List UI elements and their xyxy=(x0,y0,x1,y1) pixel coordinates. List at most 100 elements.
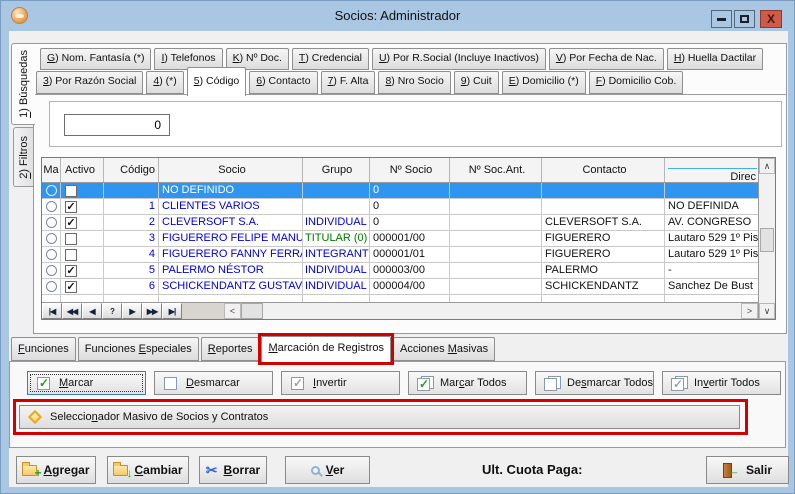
row-select-radio[interactable] xyxy=(42,231,61,246)
col-header-contacto[interactable]: Contacto xyxy=(542,158,665,182)
grid-vertical-scrollbar[interactable]: ∧ ∨ xyxy=(758,158,775,319)
borrar-button[interactable]: ✂ Borrar xyxy=(199,456,267,484)
col-header-grupo[interactable]: Grupo xyxy=(303,158,370,182)
cambiar-button[interactable]: ↓ Cambiar xyxy=(107,456,189,484)
row-select-radio[interactable] xyxy=(42,215,61,230)
codigo-search-input[interactable] xyxy=(64,114,170,136)
col-header-marcar[interactable]: Ma xyxy=(42,158,61,182)
col-header-activo[interactable]: Activo xyxy=(61,158,104,182)
title-bar[interactable]: Socios: Administrador X xyxy=(1,1,794,31)
cell-grupo xyxy=(303,183,370,198)
nav-next-button[interactable]: ▶ xyxy=(122,303,142,319)
maximize-button[interactable] xyxy=(734,10,755,28)
activo-checkbox[interactable]: ✓ xyxy=(61,199,104,214)
cell-direccion: Lautaro 529 1º Pis xyxy=(665,247,758,262)
col-header-nro-socio[interactable]: Nº Socio xyxy=(370,158,450,182)
col-header-codigo[interactable]: Código xyxy=(104,158,159,182)
row-select-radio[interactable] xyxy=(42,263,61,278)
row-select-radio[interactable] xyxy=(42,199,61,214)
col-header-socio[interactable]: Socio xyxy=(159,158,303,182)
tab-domicilio-cob[interactable]: F) Domicilio Cob. xyxy=(589,71,684,94)
table-row[interactable]: ✓ 2 CLEVERSOFT S.A. INDIVIDUAL 0 CLEVERS… xyxy=(42,215,758,231)
seleccionador-masivo-button[interactable]: Seleccionador Masivo de Socios y Contrat… xyxy=(19,405,740,429)
tab-domicilio[interactable]: E) Domicilio (*) xyxy=(502,71,586,94)
cell-socio: FIGUERERO FANNY FERRA xyxy=(159,247,303,262)
tab-4-asterisco[interactable]: 4) (*) xyxy=(146,71,183,94)
nav-first-button[interactable]: |◀ xyxy=(42,303,62,319)
vertical-scroll-track[interactable] xyxy=(759,174,775,303)
nav-next-page-button[interactable]: ▶▶ xyxy=(142,303,162,319)
activo-checkbox[interactable]: ✓ xyxy=(61,215,104,230)
table-row[interactable]: ✓ 5 PALERMO NÉSTOR INDIVIDUAL 000003/00 … xyxy=(42,263,758,279)
row-select-radio[interactable] xyxy=(42,247,61,262)
cell-codigo xyxy=(104,183,159,198)
activo-checkbox[interactable]: ✓ xyxy=(61,263,104,278)
marcar-todos-button[interactable]: Marcar Todos xyxy=(408,371,527,395)
tab-credencial[interactable]: T) Credencial xyxy=(292,48,369,70)
desmarcar-button[interactable]: Desmarcar xyxy=(154,371,273,395)
table-row[interactable]: NO DEFINIDO 0 xyxy=(42,183,758,199)
tab-funciones-especiales[interactable]: Funciones Especiales xyxy=(78,337,199,361)
marcar-button[interactable]: Marcar xyxy=(27,371,146,395)
row-select-radio[interactable] xyxy=(42,183,61,198)
folder-down-arrow-icon: ↓ xyxy=(113,465,128,476)
search-panel xyxy=(49,101,782,147)
window-body: 1) Búsquedas 2) Filtros G) Nom. Fantasía… xyxy=(9,31,788,487)
search-tabs-row1: G) Nom. Fantasía (*) I) Telefonos K) Nº … xyxy=(40,48,763,70)
table-row[interactable]: ✓ 1 CLIENTES VARIOS 0 NO DEFINIDA xyxy=(42,199,758,215)
table-row[interactable]: 4 FIGUERERO FANNY FERRA INTEGRANT 000001… xyxy=(42,247,758,263)
vertical-scroll-thumb[interactable] xyxy=(760,228,774,252)
socios-grid: Ma Activo Código Socio Grupo Nº Socio Nº… xyxy=(41,157,776,320)
tab-nro-socio[interactable]: 8) Nro Socio xyxy=(378,71,450,94)
scroll-up-button[interactable]: ∧ xyxy=(759,158,775,174)
tab-codigo[interactable]: 5) Código xyxy=(187,67,247,96)
col-header-nro-soc-ant[interactable]: Nº Soc.Ant. xyxy=(450,158,542,182)
desmarcar-todos-button[interactable]: Desmarcar Todos xyxy=(535,371,654,395)
tab-reportes[interactable]: Reportes xyxy=(201,337,260,361)
tab-por-rsocial[interactable]: U) Por R.Social (Incluye Inactivos) xyxy=(372,48,546,70)
socios-administrador-window: Socios: Administrador X 1) Búsquedas 2) … xyxy=(0,0,795,494)
tab-busquedas[interactable]: 1) Búsquedas xyxy=(11,43,35,125)
grid-horizontal-scrollbar[interactable]: < > xyxy=(224,303,758,319)
scroll-right-button[interactable]: > xyxy=(741,303,758,319)
close-button[interactable]: X xyxy=(760,10,782,28)
nav-prior-button[interactable]: ◀ xyxy=(82,303,102,319)
tab-por-fecha-nac[interactable]: V) Por Fecha de Nac. xyxy=(549,48,664,70)
tab-nom-fantasia[interactable]: G) Nom. Fantasía (*) xyxy=(40,48,151,70)
tab-acciones-masivas[interactable]: Acciones Masivas xyxy=(393,337,495,361)
activo-checkbox[interactable] xyxy=(61,183,104,198)
salir-button[interactable]: ← Salir xyxy=(706,456,789,484)
scroll-down-button[interactable]: ∨ xyxy=(759,303,775,319)
search-pagecontrol: G) Nom. Fantasía (*) I) Telefonos K) Nº … xyxy=(33,43,787,334)
scroll-left-button[interactable]: < xyxy=(224,303,241,319)
radio-icon xyxy=(46,281,57,292)
horizontal-scroll-track[interactable] xyxy=(263,303,741,319)
nav-help-button[interactable]: ? xyxy=(102,303,122,319)
tab-por-razon-social[interactable]: 3) Por Razón Social xyxy=(36,71,143,94)
cell-nro-soc-ant xyxy=(450,183,542,198)
invertir-todos-button[interactable]: Invertir Todos xyxy=(662,371,781,395)
col-header-direccion[interactable]: Direc xyxy=(665,158,758,182)
tab-filtros[interactable]: 2) Filtros xyxy=(13,127,34,187)
activo-checkbox[interactable]: ✓ xyxy=(61,279,104,294)
minimize-button[interactable] xyxy=(711,10,732,28)
activo-checkbox[interactable] xyxy=(61,247,104,262)
agregar-button[interactable]: + Agregar xyxy=(16,456,96,484)
cell-direccion: - xyxy=(665,263,758,278)
tab-cuit[interactable]: 9) Cuit xyxy=(454,71,499,94)
row-select-radio[interactable] xyxy=(42,279,61,294)
horizontal-scroll-thumb[interactable] xyxy=(241,303,263,319)
ver-button[interactable]: Ver xyxy=(285,456,370,484)
table-row[interactable]: 3 FIGUERERO FELIPE MANUE TITULAR (0) 000… xyxy=(42,231,758,247)
tab-funciones[interactable]: Funciones xyxy=(11,337,76,361)
tab-marcacion-de-registros[interactable]: Marcación de Registros xyxy=(261,336,391,363)
activo-checkbox[interactable] xyxy=(61,231,104,246)
tab-contacto[interactable]: 6) Contacto xyxy=(249,71,317,94)
tab-huella-dactilar[interactable]: H) Huella Dactilar xyxy=(667,48,763,70)
nav-prior-page-button[interactable]: ◀◀ xyxy=(62,303,82,319)
mark-buttons-row: Marcar Desmarcar Invertir Marcar Todos D… xyxy=(27,371,781,395)
table-row[interactable]: ✓ 6 SCHICKENDANTZ GUSTAV INDIVIDUAL 0000… xyxy=(42,279,758,295)
nav-last-button[interactable]: ▶| xyxy=(162,303,182,319)
invertir-button[interactable]: Invertir xyxy=(281,371,400,395)
tab-f-alta[interactable]: 7) F. Alta xyxy=(321,71,376,94)
